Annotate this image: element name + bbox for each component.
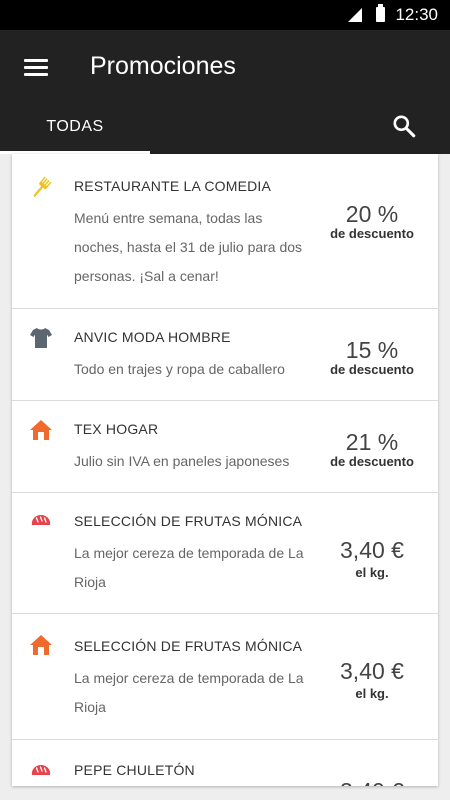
- promotion-value: 15 %: [345, 337, 399, 363]
- promotion-description: Menú entre semana, todas las noches, has…: [74, 210, 303, 284]
- promotion-description: La mejor cereza de temporada de La Rioja: [74, 670, 304, 715]
- search-icon[interactable]: [391, 113, 417, 139]
- promotion-value: 3,40 €: [340, 658, 404, 684]
- promotion-description: Todo en trajes y ropa de caballero: [74, 361, 285, 377]
- promotion-unit: de descuento: [330, 454, 414, 469]
- promotion-value: 20 %: [345, 201, 399, 227]
- promotion-card[interactable]: TEX HOGAR Julio sin IVA en paneles japon…: [12, 401, 438, 493]
- promotion-card[interactable]: ANVIC MODA HOMBRE Todo en trajes y ropa …: [12, 309, 438, 401]
- tab-label: TODAS: [46, 118, 104, 135]
- promotion-unit: el kg.: [355, 686, 389, 701]
- promotion-unit: de descuento: [330, 362, 414, 377]
- bread-icon: [31, 765, 51, 775]
- promotion-card[interactable]: RESTAURANTE LA COMEDIA Menú entre semana…: [12, 154, 438, 309]
- promotion-name: SELECCIÓN DE FRUTAS MÓNICA: [74, 638, 303, 654]
- promotion-value: 3,40 €: [340, 537, 404, 563]
- promotion-name: SELECCIÓN DE FRUTAS MÓNICA: [74, 513, 303, 529]
- promotion-name: PEPE CHULETÓN: [74, 762, 195, 778]
- menu-icon[interactable]: [24, 59, 48, 77]
- bread-icon: [31, 515, 51, 525]
- promotion-card[interactable]: SELECCIÓN DE FRUTAS MÓNICA La mejor cere…: [12, 614, 438, 740]
- promotion-value: 3,40 €: [318, 778, 426, 786]
- promotion-name: TEX HOGAR: [74, 421, 159, 437]
- house-icon: [30, 635, 52, 655]
- app-bar: Promociones TODAS: [0, 30, 450, 154]
- promotion-value: 21 %: [345, 429, 399, 455]
- promotion-name: RESTAURANTE LA COMEDIA: [74, 178, 272, 194]
- signal-icon: [348, 8, 362, 22]
- status-bar: 12:30: [0, 0, 450, 30]
- shirt-icon: [30, 328, 52, 348]
- fork-icon: [33, 176, 52, 197]
- house-icon: [30, 420, 52, 440]
- battery-icon: [376, 4, 385, 22]
- tab-todas[interactable]: TODAS: [0, 100, 150, 154]
- promotion-card[interactable]: SELECCIÓN DE FRUTAS MÓNICA La mejor cere…: [12, 493, 438, 614]
- promotion-description: Julio sin IVA en paneles japoneses: [74, 453, 290, 469]
- promotion-unit: de descuento: [330, 226, 414, 241]
- promotion-description: La mejor cereza de temporada de La Rioja: [74, 545, 304, 590]
- promotions-list: RESTAURANTE LA COMEDIA Menú entre semana…: [12, 154, 438, 786]
- promotion-name: ANVIC MODA HOMBRE: [74, 329, 231, 345]
- promotion-unit: el kg.: [355, 565, 389, 580]
- status-time: 12:30: [395, 5, 438, 24]
- page-title: Promociones: [90, 52, 236, 80]
- promotion-card[interactable]: PEPE CHULETÓN 3,40 €: [12, 740, 438, 786]
